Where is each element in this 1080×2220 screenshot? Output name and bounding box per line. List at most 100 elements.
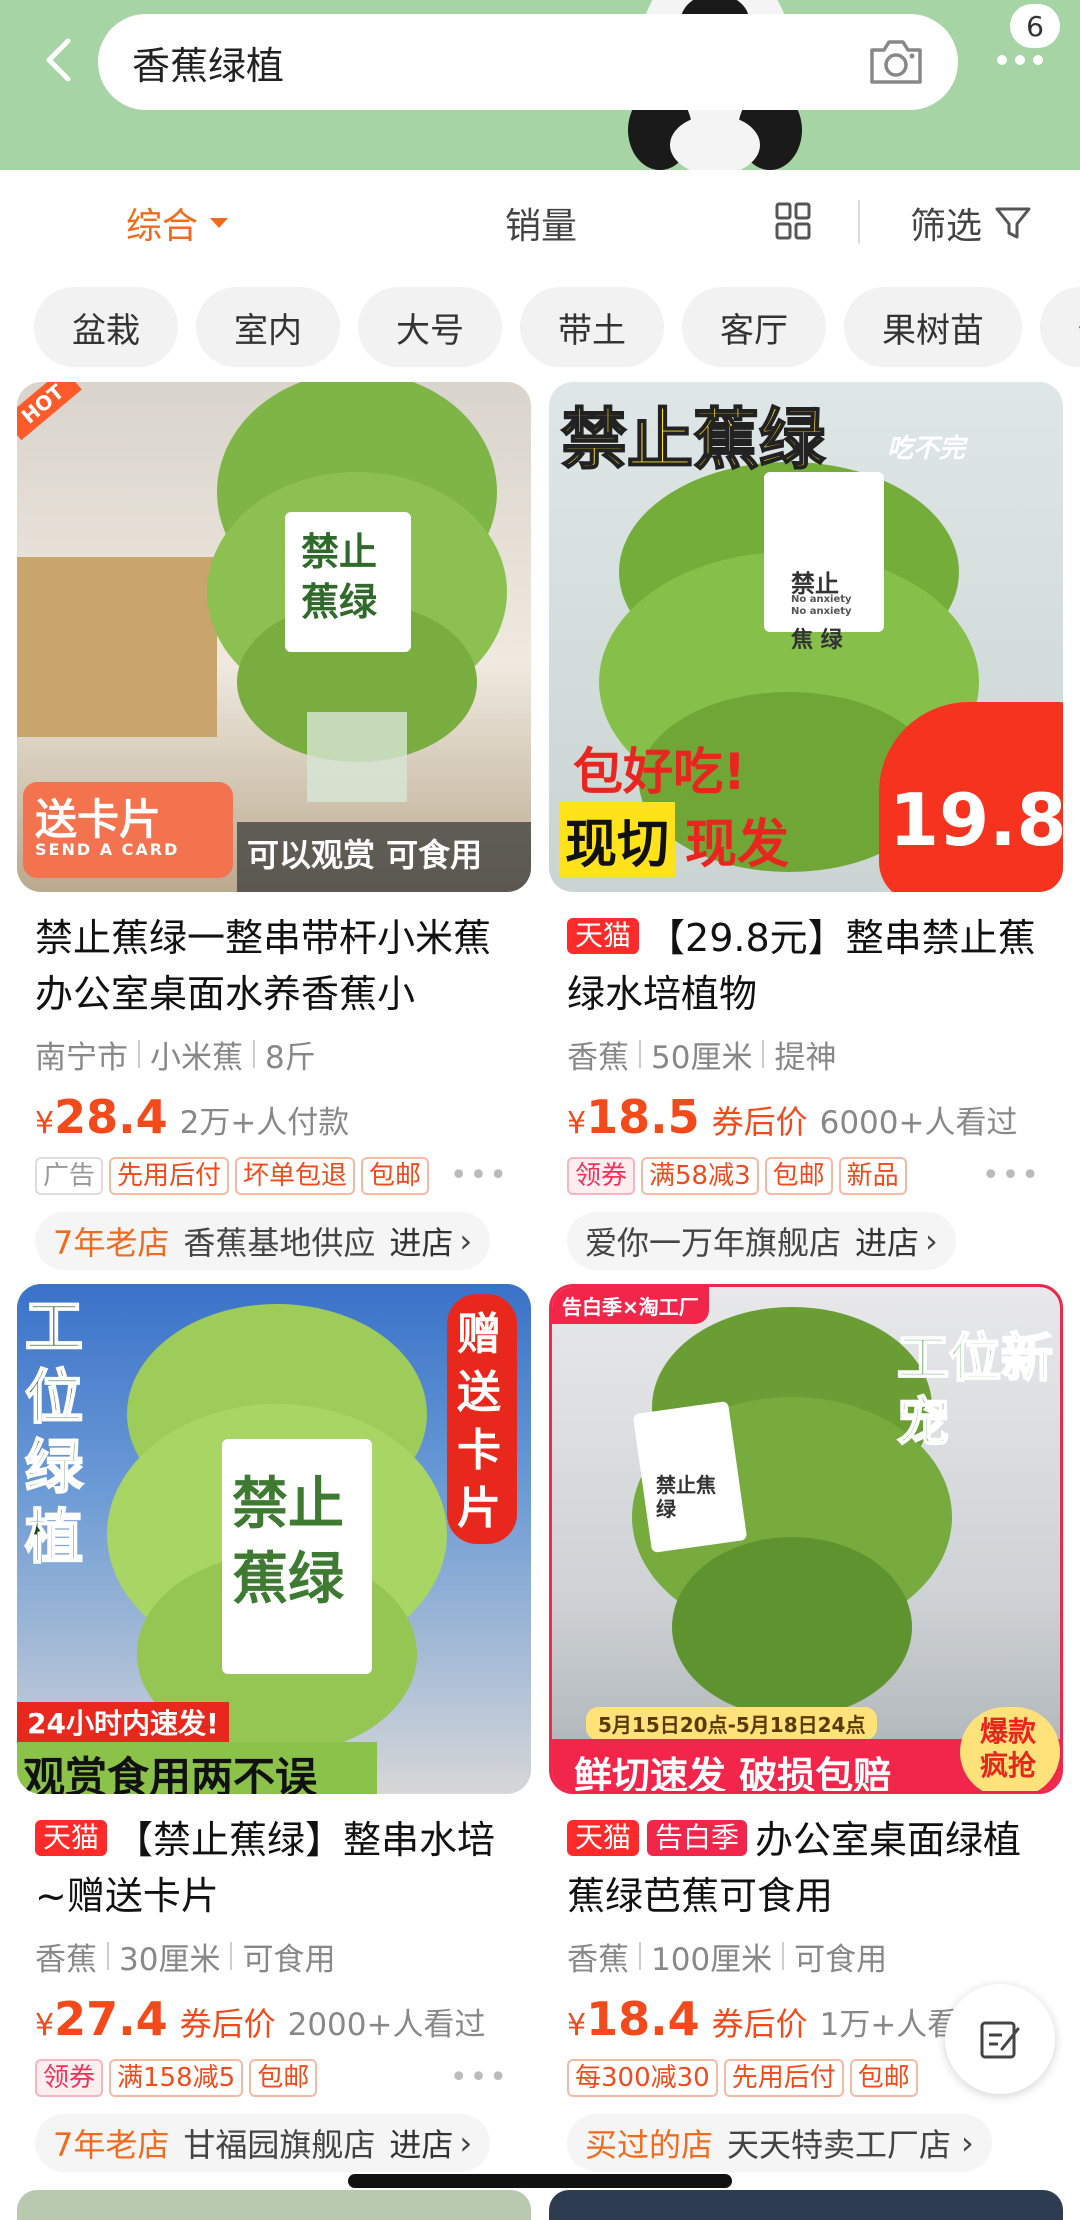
more-options-icon[interactable]: •••: [982, 1158, 1041, 1193]
product-title[interactable]: 天猫 【29.8元】整串禁止蕉绿水培植物: [549, 910, 1063, 1022]
store-link[interactable]: 爱你一万年旗舰店 进店 ›: [567, 1212, 956, 1270]
vertical-gift-text: 赠送卡片: [457, 1309, 501, 1534]
card-tag-english: No anxiety: [791, 606, 852, 617]
promo-tag: 新品: [838, 1157, 907, 1195]
sales-count: 2万+人付款: [179, 1105, 350, 1141]
gift-badge-text: 送卡片: [35, 795, 162, 844]
sort-comprehensive-label: 综合: [126, 205, 199, 247]
feedback-button[interactable]: [945, 1984, 1055, 2094]
ad-tag: 广告: [35, 1157, 104, 1195]
next-product-image-peek: [549, 2190, 1063, 2220]
campaign-corner-badge: 告白季×淘工厂: [552, 1287, 709, 1324]
product-title[interactable]: 天猫 【禁止蕉绿】整串水培~赠送卡片: [17, 1812, 531, 1924]
coupon-tag[interactable]: 领券: [35, 2059, 104, 2097]
chip-fruit-seedling[interactable]: 果树苗: [844, 287, 1022, 367]
enter-store-label: 进店: [389, 1224, 454, 1262]
coupon-tag[interactable]: 领券: [567, 1157, 636, 1195]
product-attributes: 南宁市 小米蕉 8斤: [17, 1032, 531, 1076]
date-range-badge: 5月15日20点-5月18日24点: [586, 1707, 878, 1740]
store-name: 甘福园旗舰店: [183, 2126, 376, 2164]
divider: [858, 200, 860, 244]
attr-item: 30厘米: [119, 1941, 221, 1978]
product-card[interactable]: 禁止 蕉绿 工位绿植 赠送卡片 24小时内速发! 观赏食用两不误 天猫 【禁止蕉绿…: [17, 1284, 531, 2172]
image-headline: 禁止蕉绿: [560, 400, 826, 479]
price-row: ¥ 27.4 券后价 2000+人看过: [17, 1992, 531, 2048]
product-title[interactable]: 禁止蕉绿一整串带杆小米蕉办公室桌面水养香蕉小: [17, 910, 531, 1022]
chevron-right-icon: ›: [459, 2124, 473, 2162]
promo-tag: 包邮: [849, 2059, 918, 2097]
chip-artificial[interactable]: 仿: [1040, 287, 1080, 367]
price-value: 18.4: [586, 1992, 700, 2046]
attr-item: 香蕉: [567, 1039, 629, 1076]
attr-item: 8斤: [265, 1039, 316, 1076]
product-attributes: 香蕉 50厘米 提神: [549, 1032, 1063, 1076]
search-query-text: 香蕉绿植: [132, 43, 285, 88]
search-input[interactable]: 香蕉绿植: [98, 14, 958, 110]
store-link[interactable]: 买过的店 天天特卖工厂店 ›: [567, 2114, 992, 2172]
tmall-badge: 天猫: [35, 1820, 108, 1856]
product-card[interactable]: 禁止蕉绿 HOT 送卡片 SEND A CARD 可以观赏 可食用 禁止蕉绿一整…: [17, 382, 531, 1270]
caret-down-icon: [210, 217, 229, 228]
sort-comprehensive-tab[interactable]: 综合: [126, 197, 229, 249]
product-image[interactable]: 禁止蕉绿 HOT 送卡片 SEND A CARD 可以观赏 可食用: [17, 382, 531, 892]
attr-item: 小米蕉: [150, 1039, 243, 1076]
store-link[interactable]: 7年老店 香蕉基地供应 进店 ›: [35, 1212, 491, 1270]
funnel-icon: [995, 207, 1031, 238]
promo-tags: 领券 满58减3 包邮 新品 •••: [549, 1154, 1063, 1198]
hot-ribbon: HOT: [17, 382, 83, 441]
product-attributes: 香蕉 30厘米 可食用: [17, 1934, 531, 1978]
sort-bar: 综合 销量 筛选: [0, 170, 1080, 275]
image-caption: 鲜切速发 破损包赔: [574, 1754, 892, 1794]
filter-button[interactable]: 筛选: [910, 197, 1032, 249]
store-name: 爱你一万年旗舰店: [585, 1224, 842, 1262]
price-row: ¥ 18.5 券后价 6000+人看过: [549, 1090, 1063, 1146]
product-image[interactable]: 禁止 蕉绿 工位绿植 赠送卡片 24小时内速发! 观赏食用两不误: [17, 1284, 531, 1794]
product-card[interactable]: 禁止 No anxiety No anxiety 焦 绿 禁止蕉绿 吃不完 包好…: [549, 382, 1063, 1270]
camera-icon[interactable]: [866, 36, 926, 88]
after-coupon-label: 券后价: [179, 2005, 276, 2043]
chip-living-room[interactable]: 客厅: [682, 287, 826, 367]
grid-view-icon[interactable]: [775, 202, 811, 240]
chip-potted[interactable]: 盆栽: [34, 287, 178, 367]
after-coupon-label: 券后价: [711, 1103, 808, 1141]
next-product-image-peek: [17, 2190, 531, 2220]
edit-icon: [980, 2021, 1020, 2059]
enter-store-label: 进店: [389, 2126, 454, 2164]
tmall-badge: 天猫: [567, 918, 640, 954]
keyword-chips: 盆栽 室内 大号 带土 客厅 果树苗 仿: [34, 287, 1080, 367]
image-caption: 可以观赏 可食用: [247, 836, 483, 874]
burst-badge-text: 爆款疯抢: [980, 1715, 1037, 1782]
price-badge-text: 19.8: [889, 778, 1063, 862]
chip-indoor[interactable]: 室内: [196, 287, 340, 367]
price-value: 27.4: [54, 1992, 168, 2046]
store-age-label: 买过的店: [585, 2126, 714, 2164]
sort-sales-tab[interactable]: 销量: [505, 197, 577, 249]
attr-item: 50厘米: [651, 1039, 753, 1076]
chip-with-soil[interactable]: 带土: [520, 287, 664, 367]
image-slogan: 现发: [685, 815, 790, 875]
more-options-icon[interactable]: •••: [450, 1158, 509, 1193]
gift-badge-subtext: SEND A CARD: [35, 840, 180, 859]
image-slogan: 包好吃!: [573, 743, 746, 801]
product-title[interactable]: 天猫 告白季 办公室桌面绿植蕉绿芭蕉可食用: [549, 1812, 1063, 1924]
home-indicator[interactable]: [348, 2174, 732, 2188]
promo-tag: 坏单包退: [235, 1157, 356, 1195]
card-tag-text: 焦 绿: [791, 628, 843, 653]
image-caption: 观赏食用两不误: [23, 1753, 318, 1794]
attr-item: 可食用: [242, 1941, 336, 1978]
view-count: 2000+人看过: [287, 2007, 486, 2043]
promo-tag: 包邮: [361, 1157, 430, 1195]
product-image[interactable]: 禁止 No anxiety No anxiety 焦 绿 禁止蕉绿 吃不完 包好…: [549, 382, 1063, 892]
store-link[interactable]: 7年老店 甘福园旗舰店 进店 ›: [35, 2114, 491, 2172]
card-tag-text: 禁止蕉绿: [301, 530, 378, 624]
store-name: 天天特卖工厂店: [727, 2126, 952, 2164]
more-options-icon[interactable]: •••: [450, 2060, 509, 2095]
product-image[interactable]: 告白季×淘工厂 工位新宠 禁止焦绿 5月15日20点-5月18日24点 鲜切速发…: [549, 1284, 1063, 1794]
image-headline: 工位新宠: [896, 1328, 1054, 1454]
back-button[interactable]: [32, 30, 84, 90]
currency-symbol: ¥: [567, 1106, 587, 1141]
product-attributes: 香蕉 100厘米 可食用: [549, 1934, 1063, 1978]
promo-tag: 包邮: [764, 1157, 833, 1195]
image-slogan: 现切: [559, 802, 676, 877]
chip-large[interactable]: 大号: [358, 287, 502, 367]
